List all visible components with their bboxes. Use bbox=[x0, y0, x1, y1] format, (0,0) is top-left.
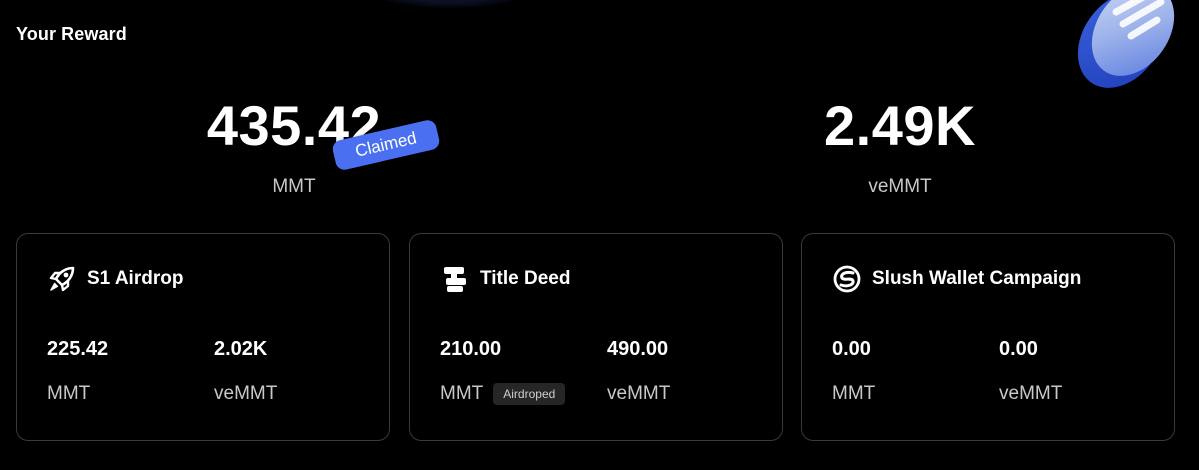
rocket-icon bbox=[47, 264, 77, 294]
reward-card-title-deed: Title Deed 210.00 MMT Airdroped 490.00 v… bbox=[409, 233, 783, 441]
stat-mmt-value: 0.00 bbox=[832, 338, 871, 360]
card-title: Slush Wallet Campaign bbox=[872, 268, 1082, 289]
stat-vemmt: 490.00 veMMT bbox=[607, 338, 670, 405]
slush-logo-icon bbox=[832, 264, 862, 294]
stat-vemmt-value: 0.00 bbox=[999, 338, 1038, 360]
stat-mmt: 210.00 MMT Airdroped bbox=[440, 338, 566, 405]
total-mmt-unit: MMT bbox=[272, 176, 316, 197]
stat-vemmt-value: 2.02K bbox=[214, 338, 268, 360]
card-header: S1 Airdrop bbox=[47, 264, 183, 294]
airdroped-tag: Airdroped bbox=[493, 383, 566, 405]
stat-mmt: 225.42 MMT bbox=[47, 338, 108, 405]
total-vemmt-value: 2.49K bbox=[824, 94, 976, 157]
decorative-orb bbox=[360, 0, 540, 8]
stat-vemmt: 0.00 veMMT bbox=[999, 338, 1062, 405]
signpost-icon bbox=[440, 264, 470, 294]
stat-vemmt: 2.02K veMMT bbox=[214, 338, 277, 405]
stat-vemmt-value: 490.00 bbox=[607, 338, 669, 360]
stat-mmt: 0.00 MMT bbox=[832, 338, 875, 405]
reward-card-s1-airdrop: S1 Airdrop 225.42 MMT 2.02K veMMT bbox=[16, 233, 390, 441]
stat-vemmt-unit: veMMT bbox=[999, 383, 1063, 404]
stat-mmt-value: 225.42 bbox=[47, 338, 109, 360]
stat-mmt-unit: MMT bbox=[440, 383, 484, 404]
stat-mmt-value: 210.00 bbox=[440, 338, 502, 360]
stat-vemmt-unit: veMMT bbox=[214, 383, 278, 404]
card-header: Title Deed bbox=[440, 264, 570, 294]
page-title: Your Reward bbox=[16, 24, 127, 44]
stat-mmt-unit: MMT bbox=[832, 383, 876, 404]
total-vemmt-unit: veMMT bbox=[868, 176, 932, 197]
stat-mmt-unit: MMT bbox=[47, 383, 91, 404]
token-coin-icon bbox=[1077, 0, 1175, 88]
stat-vemmt-unit: veMMT bbox=[607, 383, 671, 404]
card-title: Title Deed bbox=[480, 268, 571, 289]
total-vemmt: 2.49K veMMT bbox=[800, 94, 1000, 198]
card-header: Slush Wallet Campaign bbox=[832, 264, 1081, 294]
reward-card-slush-wallet: Slush Wallet Campaign 0.00 MMT 0.00 veMM… bbox=[801, 233, 1175, 441]
card-title: S1 Airdrop bbox=[87, 268, 184, 289]
